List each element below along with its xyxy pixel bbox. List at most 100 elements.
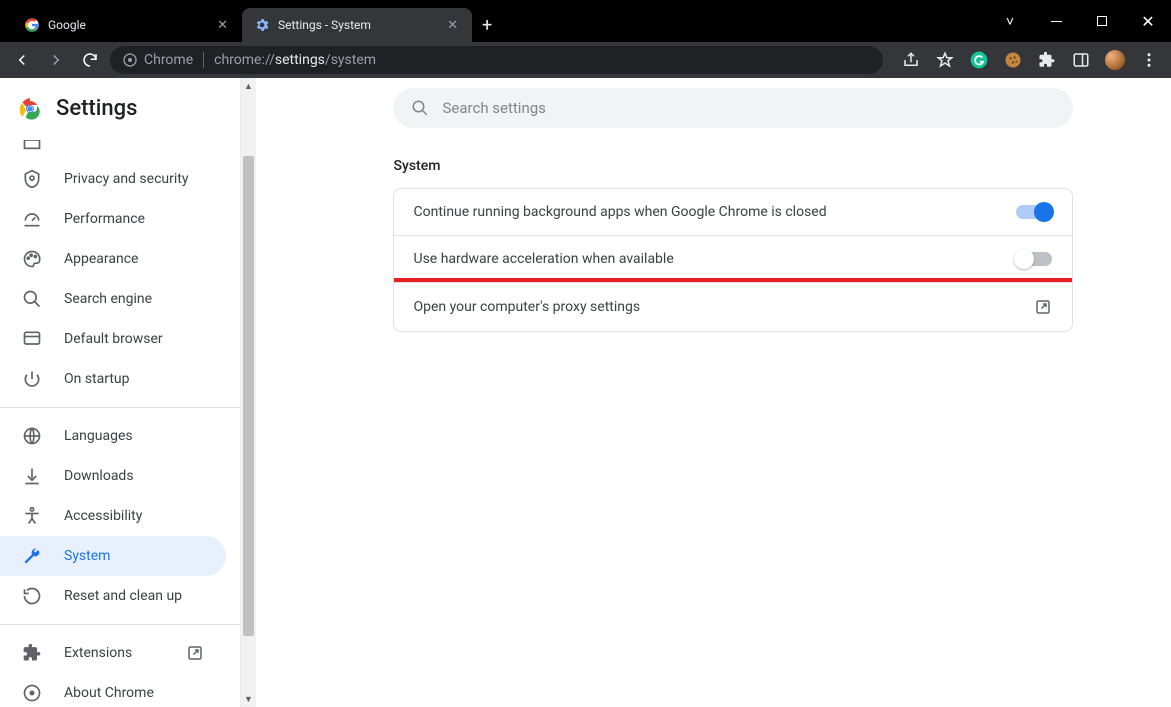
scrollbar-thumb[interactable] bbox=[243, 156, 254, 636]
scheme-label: Chrome bbox=[144, 52, 193, 68]
sidebar-item-partial[interactable] bbox=[0, 139, 226, 159]
star-icon[interactable] bbox=[931, 46, 959, 74]
sidebar-item-accessibility[interactable]: Accessibility bbox=[0, 496, 226, 536]
toggle-row: Continue running background apps when Go… bbox=[394, 189, 1072, 235]
tab-title: Settings - System bbox=[278, 18, 437, 32]
sidebar-item-search-engine[interactable]: Search engine bbox=[0, 279, 226, 319]
sidebar-item-label: Privacy and security bbox=[64, 171, 188, 187]
minimize-button[interactable] bbox=[1033, 5, 1079, 37]
browser-tab-settings[interactable]: Settings - System ✕ bbox=[242, 8, 472, 42]
sidebar-item-label: Performance bbox=[64, 211, 145, 227]
sidebar-header: Settings bbox=[0, 78, 240, 139]
window-titlebar: Google ✕ Settings - System ✕ + ˅ ✕ bbox=[0, 0, 1171, 42]
chrome-logo-icon bbox=[18, 97, 42, 121]
toggle-row: Use hardware acceleration when available bbox=[394, 235, 1072, 282]
about-icon bbox=[22, 683, 42, 703]
sidebar-item-label: Downloads bbox=[64, 468, 134, 484]
globe-icon bbox=[22, 426, 42, 446]
toggle-switch[interactable] bbox=[1016, 205, 1052, 219]
gear-favicon bbox=[254, 17, 270, 33]
system-settings-card: Continue running background apps when Go… bbox=[393, 188, 1073, 332]
omnibox-divider bbox=[203, 52, 204, 68]
search-icon bbox=[22, 289, 42, 309]
new-tab-button[interactable]: + bbox=[472, 9, 502, 42]
forward-button[interactable] bbox=[42, 46, 70, 74]
sidebar-separator bbox=[0, 624, 240, 625]
extensions-puzzle-icon[interactable] bbox=[1033, 46, 1061, 74]
search-settings-input[interactable] bbox=[443, 99, 1055, 117]
search-wrap bbox=[393, 88, 1073, 128]
settings-sidebar: Settings Privacy and security Performance… bbox=[0, 78, 240, 707]
page-content: Settings Privacy and security Performance… bbox=[0, 78, 1171, 707]
google-favicon bbox=[24, 17, 40, 33]
address-bar[interactable]: Chrome chrome://settings/system bbox=[110, 46, 883, 74]
sidebar-item-label: On startup bbox=[64, 371, 130, 387]
browser-tab-google[interactable]: Google ✕ bbox=[12, 8, 242, 42]
window-controls: ˅ ✕ bbox=[987, 0, 1171, 42]
sidebar-item-system[interactable]: System bbox=[0, 536, 226, 576]
sidebar-item-appearance[interactable]: Appearance bbox=[0, 239, 226, 279]
chrome-menu-button[interactable] bbox=[1135, 46, 1163, 74]
row-label: Continue running background apps when Go… bbox=[414, 204, 1016, 220]
download-icon bbox=[22, 466, 42, 486]
sidebar-item-default-browser[interactable]: Default browser bbox=[0, 319, 226, 359]
window-close-button[interactable]: ✕ bbox=[1125, 5, 1171, 37]
sidebar-item-downloads[interactable]: Downloads bbox=[0, 456, 226, 496]
sidebar-item-privacy-and-security[interactable]: Privacy and security bbox=[0, 159, 226, 199]
sidebar-item-label: Languages bbox=[64, 428, 133, 444]
sidebar-item-on-startup[interactable]: On startup bbox=[0, 359, 226, 399]
sidebar-item-label: Search engine bbox=[64, 291, 152, 307]
back-button[interactable] bbox=[8, 46, 36, 74]
proxy-settings-row[interactable]: Open your computer's proxy settings bbox=[394, 282, 1072, 331]
sidebar-item-performance[interactable]: Performance bbox=[0, 199, 226, 239]
section-title: System bbox=[394, 158, 1074, 174]
reload-button[interactable] bbox=[76, 46, 104, 74]
sidebar-item-languages[interactable]: Languages bbox=[0, 416, 226, 456]
grammarly-icon[interactable] bbox=[965, 46, 993, 74]
row-label: Use hardware acceleration when available bbox=[414, 251, 1016, 267]
power-icon bbox=[22, 369, 42, 389]
person-partial-icon bbox=[22, 139, 42, 155]
close-tab-icon[interactable]: ✕ bbox=[215, 18, 230, 33]
sidebar-item-label: Reset and clean up bbox=[64, 588, 182, 604]
scroll-up-arrow-icon[interactable]: ▲ bbox=[241, 78, 256, 94]
sidebar-nav-list: Privacy and security Performance Appearanc… bbox=[0, 139, 240, 707]
restore-icon bbox=[22, 586, 42, 606]
search-icon bbox=[411, 99, 429, 117]
sidebar-item-reset-and-clean-up[interactable]: Reset and clean up bbox=[0, 576, 226, 616]
sidebar-item-label: Accessibility bbox=[64, 508, 142, 524]
sidebar-wrap: Settings Privacy and security Performance… bbox=[0, 78, 258, 707]
sidebar-scrollbar[interactable]: ▲ ▼ bbox=[240, 78, 256, 707]
palette-icon bbox=[22, 249, 42, 269]
browser-toolbar: Chrome chrome://settings/system bbox=[0, 42, 1171, 78]
close-tab-icon[interactable]: ✕ bbox=[445, 18, 460, 33]
speed-icon bbox=[22, 209, 42, 229]
tab-search-button[interactable]: ˅ bbox=[987, 5, 1033, 37]
sidebar-separator bbox=[0, 407, 240, 408]
sidebar-item-about-chrome[interactable]: About Chrome bbox=[0, 673, 226, 707]
settings-main: System Continue running background apps … bbox=[258, 78, 1171, 707]
sidepanel-icon[interactable] bbox=[1067, 46, 1095, 74]
maximize-button[interactable] bbox=[1079, 5, 1125, 37]
sidebar-item-label: Default browser bbox=[64, 331, 163, 347]
tab-title: Google bbox=[48, 18, 207, 32]
scroll-down-arrow-icon[interactable]: ▼ bbox=[241, 691, 256, 707]
shield-icon bbox=[22, 169, 42, 189]
search-settings-box[interactable] bbox=[393, 88, 1073, 128]
sidebar-item-label: Appearance bbox=[64, 251, 138, 267]
sidebar-item-label: About Chrome bbox=[64, 685, 154, 701]
share-icon[interactable] bbox=[897, 46, 925, 74]
cookie-icon[interactable] bbox=[999, 46, 1027, 74]
sidebar-item-extensions[interactable]: Extensions bbox=[0, 633, 226, 673]
accessibility-icon bbox=[22, 506, 42, 526]
open-external-icon bbox=[1034, 298, 1052, 316]
puzzle-icon bbox=[22, 643, 42, 663]
wrench-icon bbox=[22, 546, 42, 566]
sidebar-item-label: System bbox=[64, 548, 110, 564]
toolbar-actions bbox=[897, 46, 1163, 74]
toggle-switch[interactable] bbox=[1016, 252, 1052, 266]
row-label: Open your computer's proxy settings bbox=[414, 299, 1034, 315]
profile-avatar[interactable] bbox=[1101, 46, 1129, 74]
site-info-icon[interactable]: Chrome bbox=[122, 52, 193, 68]
tab-strip: Google ✕ Settings - System ✕ + bbox=[0, 0, 502, 42]
